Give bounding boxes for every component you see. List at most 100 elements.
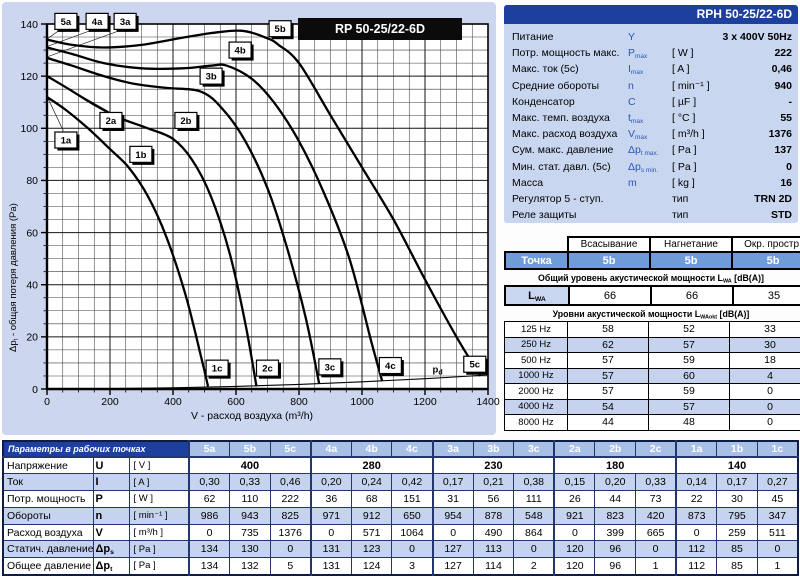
octave-frequency: 4000 Hz (505, 399, 568, 415)
param-unit: [ W ] (129, 491, 189, 508)
spec-unit: тип (672, 191, 734, 207)
element: s min. (641, 166, 658, 173)
param-value: 986 (189, 507, 230, 524)
param-unit: [ m³/h ] (129, 524, 189, 541)
param-value: 30 (717, 491, 758, 508)
spec-unit: [ min⁻¹ ] (672, 78, 734, 94)
param-value: 22 (676, 491, 717, 508)
param-value: 120 (554, 541, 595, 558)
param-value: 0,21 (473, 474, 514, 491)
x-tick-label: 1000 (350, 396, 374, 408)
octave-value: 57 (568, 353, 649, 369)
spec-label: Конденсатор (512, 94, 628, 110)
y-tick-label: 140 (20, 19, 38, 31)
param-value: 1 (636, 558, 677, 575)
y-axis-text: - общая потеря давления (Pa) (8, 203, 19, 339)
param-value: 0,20 (595, 474, 636, 491)
param-value: 124 (351, 558, 392, 575)
spec-symbol: Pmax (628, 45, 672, 61)
element: Параметры в рабочих точках5a5b5c4a4b4c3a… (3, 441, 798, 457)
param-unit: [ Pa ] (129, 558, 189, 575)
param-value: 131 (311, 541, 352, 558)
element: d (438, 369, 442, 376)
param-value: 1376 (270, 524, 311, 541)
octave-value: 62 (568, 337, 649, 353)
spec-unit: [ Pa ] (672, 159, 734, 175)
param-value: 259 (717, 524, 758, 541)
spec-row: Потр. мощность макс.Pmax[ W ]222 (512, 45, 792, 61)
spec-label: Макс. темп. воздуха (512, 110, 628, 126)
spec-label: Масса (512, 175, 628, 191)
element: WA (535, 295, 546, 302)
param-value: 134 (189, 558, 230, 575)
acoustic-header-table: ВсасываниеНагнетаниеОкр. простр.Точка5b5… (504, 236, 800, 270)
voltage-value: 140 (676, 457, 798, 474)
spec-label: Питание (512, 29, 628, 45)
param-unit: [ Pa ] (129, 541, 189, 558)
octave-row: 250 Hz625730 (505, 337, 800, 353)
param-value: 548 (514, 507, 555, 524)
acoustic-col-header: Нагнетание (650, 237, 732, 252)
param-value: 134 (189, 541, 230, 558)
spec-value: 16 (734, 175, 792, 191)
x-tick-label: 200 (101, 396, 119, 408)
param-value: 0 (392, 541, 433, 558)
param-value: 735 (230, 524, 271, 541)
octave-row: 2000 Hz57590 (505, 384, 800, 400)
y-axis-label: Δpt - общая потеря давления (Pa) (8, 32, 19, 352)
voltage-value: 230 (433, 457, 555, 474)
params-row: Статич. давлениеΔps[ Pa ]134130013112301… (3, 541, 798, 558)
param-value: 0 (757, 541, 798, 558)
octave-value: 0 (730, 415, 800, 431)
spec-symbol: tmax (628, 110, 672, 126)
param-value: 795 (717, 507, 758, 524)
param-value: 114 (473, 558, 514, 575)
acoustic-octave-table: 125 Hz585233250 Hz625730500 Hz5759181000… (504, 321, 800, 431)
spec-value: 0,46 (734, 61, 792, 77)
param-symbol: Δpt (93, 558, 129, 575)
y-tick-label: 20 (26, 332, 38, 344)
param-value: 45 (757, 491, 798, 508)
param-value: 399 (595, 524, 636, 541)
octave-row: 1000 Hz57604 (505, 368, 800, 384)
spec-row: КонденсаторC[ µF ]- (512, 94, 792, 110)
spec-unit: тип (672, 207, 734, 223)
spec-row: Макс. темп. воздухаtmax[ °C ]55 (512, 110, 792, 126)
param-label: Общее давление (3, 558, 93, 575)
x-axis-label: V - расход воздуха (m³/h) (112, 410, 392, 422)
y-tick-label: 80 (26, 175, 38, 187)
param-value: 85 (717, 541, 758, 558)
acoustic-octave-title: Уровни акустической мощности LWAokt [dB(… (504, 309, 798, 319)
spec-symbol: Vmax (628, 126, 672, 142)
spec-value: STD (734, 207, 792, 223)
y-tick-label: 60 (26, 227, 38, 239)
params-row: ТокI[ A ]0,300,330,460,200,240,420,170,2… (3, 474, 798, 491)
point-label-4c: 4c (385, 361, 396, 372)
octave-value: 44 (568, 415, 649, 431)
spec-value: - (734, 94, 792, 110)
param-value: 0,33 (636, 474, 677, 491)
param-symbol: P (93, 491, 129, 508)
param-symbol: n (93, 507, 129, 524)
chart-canvas: 0200400600800100012001400020406080100120… (2, 2, 496, 435)
octave-value: 60 (649, 368, 730, 384)
spec-model-header: RPH 50-25/22-6D (504, 5, 798, 24)
param-value: 120 (554, 558, 595, 575)
point-label-2a: 2a (106, 116, 117, 127)
param-value: 943 (230, 507, 271, 524)
param-value: 823 (595, 507, 636, 524)
spec-value: 940 (734, 78, 792, 94)
param-label: Статич. давление (3, 541, 93, 558)
spec-unit: [ W ] (672, 45, 734, 61)
x-tick-label: 400 (164, 396, 182, 408)
octave-value: 57 (649, 337, 730, 353)
param-value: 0 (311, 524, 352, 541)
element: Уровни акустической мощности L (553, 309, 701, 319)
octave-row: 125 Hz585233 (505, 322, 800, 338)
spec-unit: [ A ] (672, 61, 734, 77)
spec-value: 0 (734, 159, 792, 175)
spec-symbol: Δpt max. (628, 142, 672, 158)
octave-value: 57 (568, 368, 649, 384)
operating-points-table: Параметры в рабочих точках5a5b5c4a4b4c3a… (2, 440, 799, 576)
voltage-value: 180 (554, 457, 676, 474)
